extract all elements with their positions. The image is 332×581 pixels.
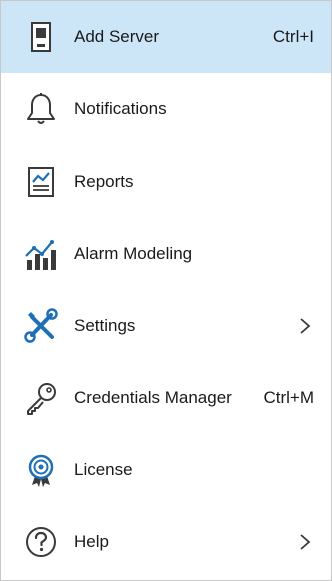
menu-item-reports[interactable]: Reports (1, 146, 331, 218)
wrench-screwdriver-icon (23, 308, 59, 344)
menu-item-credentials-manager[interactable]: Credentials Manager Ctrl+M (1, 362, 331, 434)
menu-item-label: Reports (74, 172, 134, 191)
help-circle-icon (23, 524, 59, 560)
menu-item-label: Help (74, 532, 109, 551)
report-icon (23, 164, 59, 200)
menu-item-add-server[interactable]: Add Server Ctrl+I (1, 1, 331, 73)
key-icon (23, 380, 59, 416)
menu-item-label: License (74, 460, 133, 479)
context-menu: Add Server Ctrl+I Notifications Reports (0, 0, 332, 581)
menu-item-alarm-modeling[interactable]: Alarm Modeling (1, 218, 331, 290)
menu-item-help[interactable]: Help (1, 506, 331, 578)
menu-item-label: Notifications (74, 99, 167, 118)
badge-icon (23, 452, 59, 488)
menu-item-notifications[interactable]: Notifications (1, 73, 331, 145)
chevron-right-icon (298, 533, 312, 551)
server-icon (23, 19, 59, 55)
shortcut-label: Ctrl+M (263, 388, 314, 407)
menu-item-label: Add Server (74, 27, 160, 46)
bell-icon (23, 91, 59, 127)
shortcut-label: Ctrl+I (272, 27, 314, 46)
menu-item-label: Settings (74, 316, 136, 335)
menu-item-label: Credentials Manager (74, 388, 232, 407)
chart-icon (23, 236, 59, 272)
chevron-right-icon (298, 317, 312, 335)
menu-item-license[interactable]: License (1, 434, 331, 506)
menu-item-settings[interactable]: Settings (1, 290, 331, 362)
menu-item-label: Alarm Modeling (74, 244, 193, 263)
